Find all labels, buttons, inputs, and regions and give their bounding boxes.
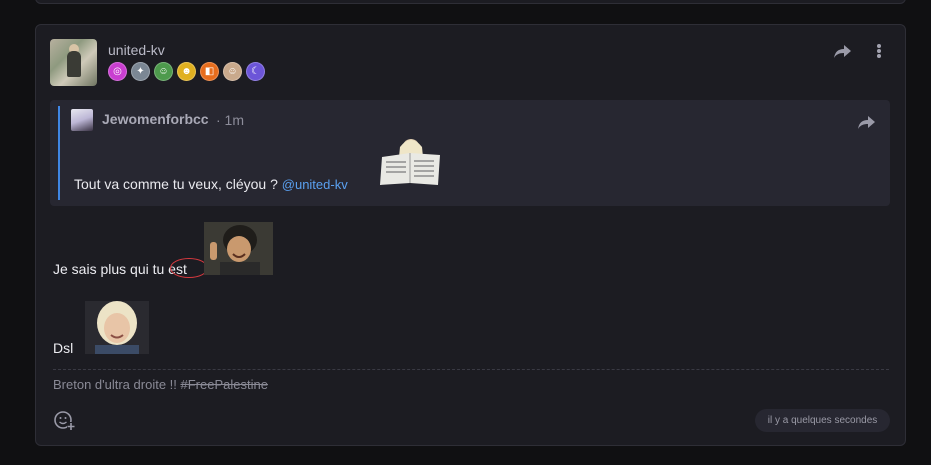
signature-text: Breton d'ultra droite !! [53,377,181,392]
previous-post-card [35,0,906,4]
badge-list: ◎ ✦ ☺ ☻ ◧ ☺ ☾ [108,62,265,81]
quote-author-avatar[interactable] [71,109,93,131]
laugh-badge-icon[interactable]: ☻ [177,62,196,81]
man-laughing-sticker [204,222,273,275]
signature-hashtag[interactable]: #FreePalestine [181,377,268,392]
quote-text: Tout va comme tu veux, cléyou ? @united-… [74,176,348,192]
forum-post: united-kv ◎ ✦ ☺ ☻ ◧ ☺ ☾ Jewomenforbcc · … [35,24,906,446]
quote-share-icon[interactable] [857,113,877,131]
message-line-1: Je sais plus qui tu est [53,261,187,277]
face-badge-icon[interactable]: ☺ [223,62,242,81]
robot-badge-icon[interactable]: ✦ [131,62,150,81]
quote-author-name[interactable]: Jewomenforbcc [102,111,209,127]
quoted-message: Jewomenforbcc · 1m Tout va comme tu veux… [50,100,890,206]
author-username[interactable]: united-kv [108,42,165,58]
user-signature: Breton d'ultra droite !! #FreePalestine [53,377,268,392]
elf-badge-icon[interactable]: ☺ [154,62,173,81]
quote-text-body: Tout va comme tu veux, cléyou ? [74,176,278,192]
quote-time: · 1m [216,112,244,128]
purple-moon-badge-icon[interactable]: ☾ [246,62,265,81]
orange-logo-badge-icon[interactable]: ◧ [200,62,219,81]
blonde-woman-sticker [85,301,149,354]
newspaper-sticker [376,135,445,188]
quote-accent-bar [58,106,60,200]
post-timestamp: il y a quelques secondes [755,409,890,432]
author-avatar[interactable] [50,39,97,86]
add-reaction-icon[interactable] [53,409,75,431]
highlight-circle [170,258,208,278]
user-mention-link[interactable]: @united-kv [282,177,348,192]
more-options-icon[interactable] [872,42,886,60]
message-line-2: Dsl [53,340,74,356]
signature-divider [53,369,889,370]
pink-swirl-badge-icon[interactable]: ◎ [108,62,127,81]
share-icon[interactable] [833,42,853,60]
